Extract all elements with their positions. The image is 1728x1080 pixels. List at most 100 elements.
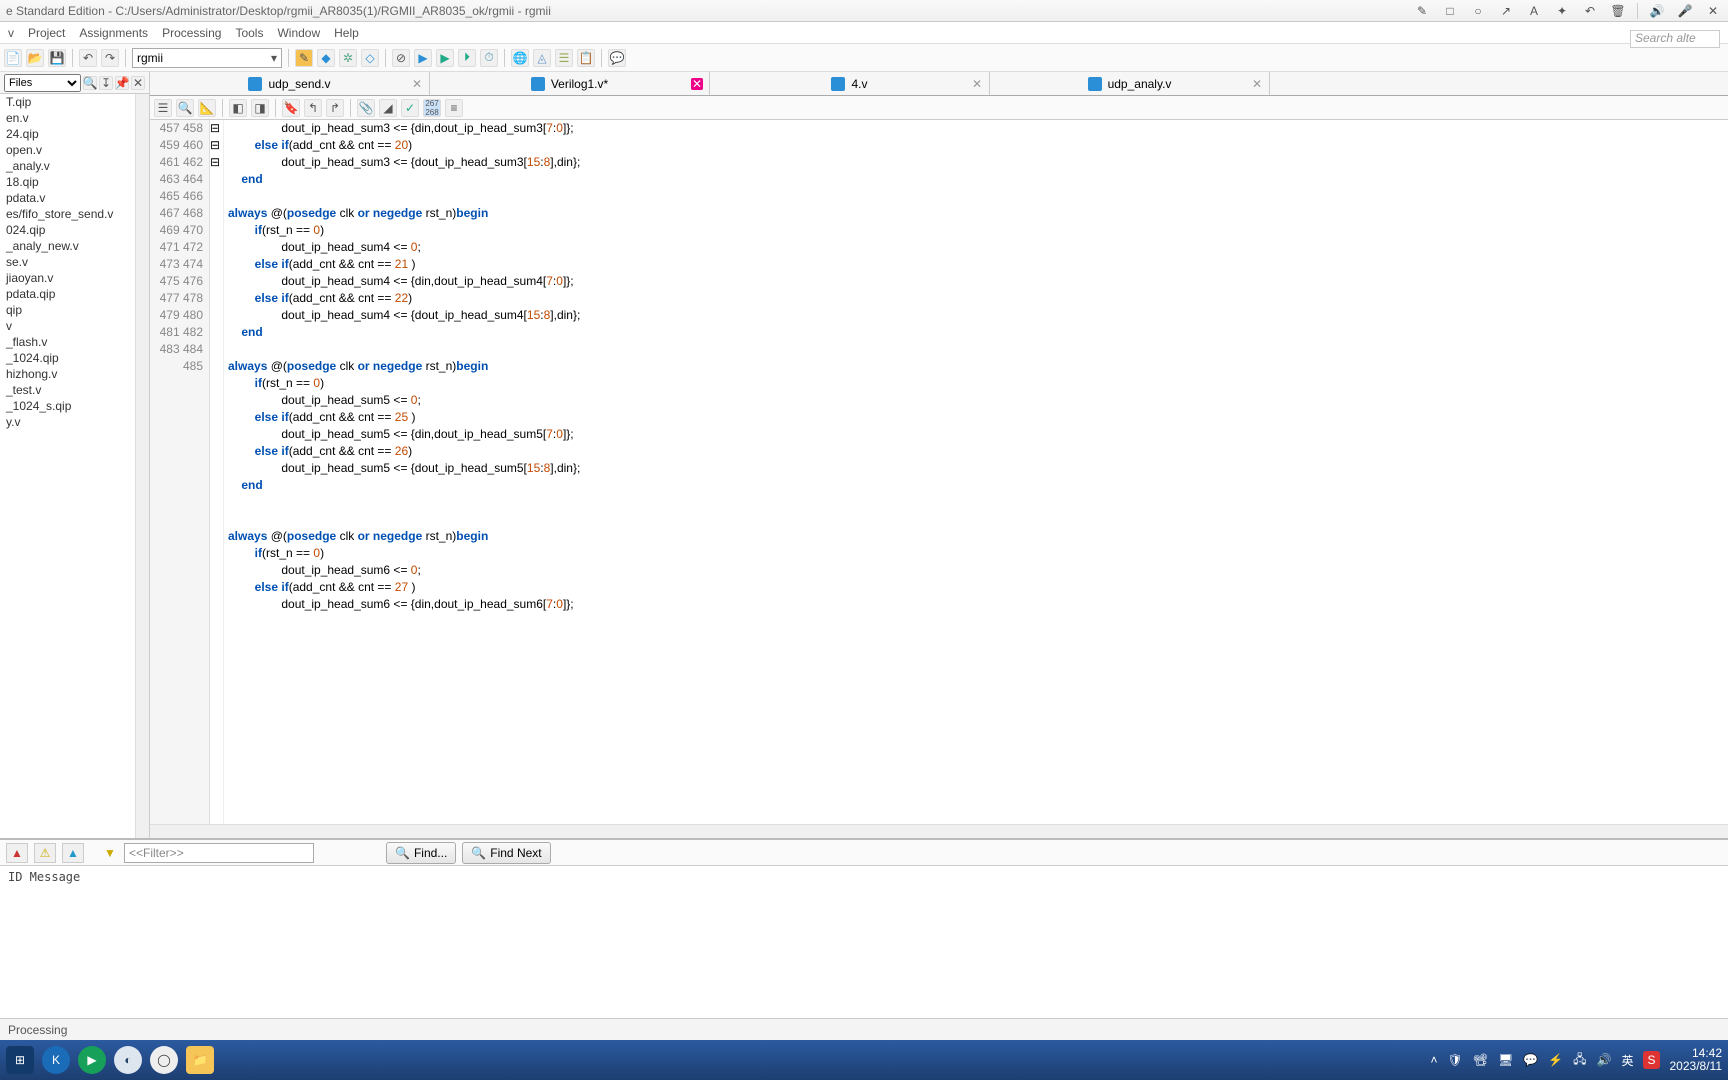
wrap-icon[interactable]: ≡ — [445, 99, 463, 117]
step-icon[interactable]: ⏵ — [458, 49, 476, 67]
file-item[interactable]: T.qip — [0, 94, 135, 110]
doc-icon[interactable]: 📋 — [577, 49, 595, 67]
close-icon[interactable]: ✕ — [131, 76, 145, 90]
circle-icon[interactable]: ○ — [1469, 2, 1487, 20]
file-item[interactable]: _1024_s.qip — [0, 398, 135, 414]
fold-column[interactable]: ⊟ ⊟ ⊟ — [210, 120, 224, 824]
list-icon[interactable]: ☰ — [555, 49, 573, 67]
chat-icon[interactable]: 💬 — [608, 49, 626, 67]
tray-chat-icon[interactable]: 💬 — [1523, 1053, 1538, 1067]
code-text[interactable]: dout_ip_head_sum3 <= {din,dout_ip_head_s… — [224, 120, 1728, 824]
close-icon[interactable]: ✕ — [1704, 2, 1722, 20]
tray-chevron-icon[interactable]: ˄ — [1431, 1053, 1438, 1067]
file-item[interactable]: _analy.v — [0, 158, 135, 174]
file-item[interactable]: jiaoyan.v — [0, 270, 135, 286]
eraser-icon[interactable]: ◢ — [379, 99, 397, 117]
check-icon[interactable]: ✓ — [401, 99, 419, 117]
next-icon[interactable]: ↱ — [326, 99, 344, 117]
ime-icon[interactable]: S — [1643, 1051, 1659, 1069]
hscrollbar[interactable] — [150, 824, 1728, 838]
pencil-icon[interactable]: ✎ — [1413, 2, 1431, 20]
wand-icon[interactable]: ✎ — [295, 49, 313, 67]
menu-view[interactable]: v — [8, 26, 14, 40]
close-icon[interactable]: ✕ — [411, 78, 423, 90]
file-item[interactable]: open.v — [0, 142, 135, 158]
new-icon[interactable]: 📄 — [4, 49, 22, 67]
project-combo[interactable]: rgmii ▾ — [132, 48, 282, 68]
search-top[interactable]: Search alte — [1630, 30, 1720, 48]
save-icon[interactable]: 💾 — [48, 49, 66, 67]
file-item[interactable]: en.v — [0, 110, 135, 126]
editor-tab[interactable]: 4.v✕ — [710, 72, 990, 95]
speaker-icon[interactable]: 🔊 — [1648, 2, 1666, 20]
clock[interactable]: 14:42 2023/8/11 — [1670, 1047, 1723, 1073]
play2-icon[interactable]: ▶ — [436, 49, 454, 67]
warning-filter-icon[interactable]: ⚠ — [34, 843, 56, 863]
app3-icon[interactable]: ◐ — [114, 1046, 142, 1074]
file-item[interactable]: y.v — [0, 414, 135, 430]
editor-tab[interactable]: udp_send.v✕ — [150, 72, 430, 95]
square-icon[interactable]: □ — [1441, 2, 1459, 20]
lines267-icon[interactable]: 267268 — [423, 99, 441, 117]
stop-icon[interactable]: ⊘ — [392, 49, 410, 67]
close-icon[interactable]: ✕ — [971, 78, 983, 90]
menu-processing[interactable]: Processing — [162, 26, 221, 40]
info-filter-icon[interactable]: ▲ — [62, 843, 84, 863]
find-next-button[interactable]: 🔍 Find Next — [462, 842, 550, 864]
app2-icon[interactable]: ▶ — [78, 1046, 106, 1074]
filter-input[interactable]: <<Filter>> — [124, 843, 314, 863]
bookmark-icon[interactable]: 🔖 — [282, 99, 300, 117]
taskview-icon[interactable]: ⊞ — [6, 1046, 34, 1074]
open-icon[interactable]: 📂 — [26, 49, 44, 67]
close-icon[interactable]: ✕ — [691, 78, 703, 90]
ruler-icon[interactable]: 📐 — [198, 99, 216, 117]
wand-icon[interactable]: ✦ — [1553, 2, 1571, 20]
undo-icon[interactable]: ↶ — [79, 49, 97, 67]
pin-icon[interactable]: 📌 — [115, 76, 129, 90]
indent-icon[interactable]: ◧ — [229, 99, 247, 117]
timer-icon[interactable]: ⏱ — [480, 49, 498, 67]
gear-icon[interactable]: ✲ — [339, 49, 357, 67]
ime-lang[interactable]: 英 — [1621, 1052, 1633, 1069]
sidebar-mode-select[interactable]: Files — [4, 74, 81, 92]
menu-assignments[interactable]: Assignments — [79, 26, 148, 40]
file-item[interactable]: 024.qip — [0, 222, 135, 238]
file-item[interactable]: es/fifo_store_send.v — [0, 206, 135, 222]
text-icon[interactable]: A — [1525, 2, 1543, 20]
play-icon[interactable]: ▶ — [414, 49, 432, 67]
diamond-icon[interactable]: ◆ — [317, 49, 335, 67]
tray-shield-icon[interactable]: 🛡 — [1448, 1053, 1463, 1067]
file-item[interactable]: pdata.qip — [0, 286, 135, 302]
menu-project[interactable]: Project — [28, 26, 65, 40]
file-item[interactable]: _analy_new.v — [0, 238, 135, 254]
file-item[interactable]: hizhong.v — [0, 366, 135, 382]
close-icon[interactable]: ✕ — [1251, 78, 1263, 90]
file-item[interactable]: _1024.qip — [0, 350, 135, 366]
outdent-icon[interactable]: ◨ — [251, 99, 269, 117]
file-item[interactable]: 24.qip — [0, 126, 135, 142]
tray-video-icon[interactable]: 📽 — [1473, 1053, 1488, 1067]
mic-icon[interactable]: 🎤 — [1676, 2, 1694, 20]
menu-window[interactable]: Window — [277, 26, 320, 40]
app1-icon[interactable]: K — [42, 1046, 70, 1074]
app4-icon[interactable]: ◯ — [150, 1046, 178, 1074]
file-item[interactable]: v — [0, 318, 135, 334]
search-small-icon[interactable]: 🔍 — [83, 76, 97, 90]
tray-sound-icon[interactable]: 🔊 — [1597, 1053, 1612, 1067]
file-item[interactable]: 18.qip — [0, 174, 135, 190]
select-icon[interactable]: ☰ — [154, 99, 172, 117]
editor-tab[interactable]: Verilog1.v*✕ — [430, 72, 710, 95]
tray-net-icon[interactable]: 🖧 — [1573, 1050, 1586, 1071]
scrollbar[interactable] — [135, 94, 149, 838]
menu-tools[interactable]: Tools — [235, 26, 263, 40]
undo-icon[interactable]: ↶ — [1581, 2, 1599, 20]
arrow-icon[interactable]: ↗ — [1497, 2, 1515, 20]
diamond2-icon[interactable]: ◇ — [361, 49, 379, 67]
file-item[interactable]: _test.v — [0, 382, 135, 398]
file-item[interactable]: qip — [0, 302, 135, 318]
funnel-icon[interactable]: ▼ — [102, 843, 118, 863]
tray-monitor-icon[interactable]: 🖥 — [1498, 1053, 1513, 1067]
redo-icon[interactable]: ↷ — [101, 49, 119, 67]
code-area[interactable]: 457 458 459 460 461 462 463 464 465 466 … — [150, 120, 1728, 824]
file-item[interactable]: se.v — [0, 254, 135, 270]
